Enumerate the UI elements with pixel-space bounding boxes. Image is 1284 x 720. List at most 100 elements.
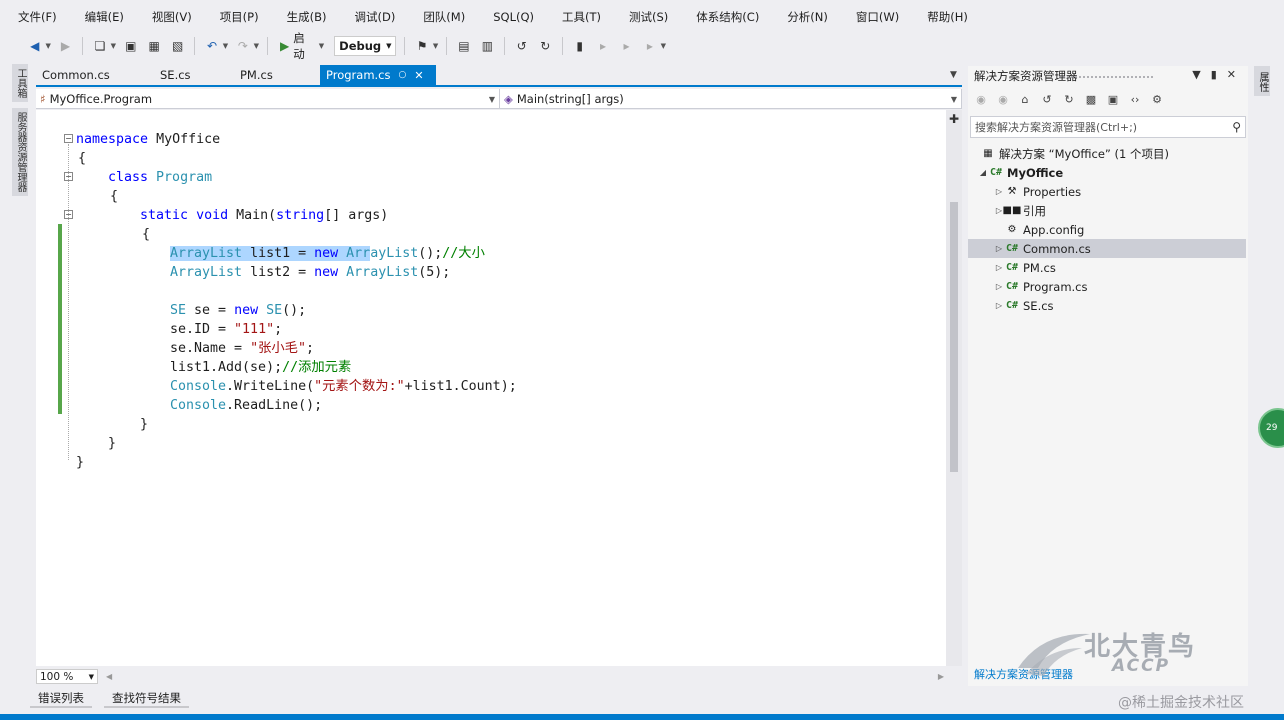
code-editor[interactable]: − − − namespace MyOffice { class Program… [36, 110, 946, 666]
pin-icon[interactable]: ▮ [1211, 68, 1217, 81]
close-icon[interactable]: ✕ [1227, 68, 1236, 81]
chevron-down-icon[interactable]: ▼ [45, 42, 50, 50]
collapsed-icon[interactable]: ▷ [994, 282, 1004, 291]
site-watermark: @稀土掘金技术社区 [1118, 695, 1244, 711]
fold-guide [68, 144, 69, 460]
menu-sql[interactable]: SQL(Q) [475, 10, 544, 24]
menu-test[interactable]: 测试(S) [611, 9, 678, 25]
solution-config-select[interactable]: Debug ▼ [334, 36, 397, 56]
menu-tools[interactable]: 工具(T) [544, 9, 611, 25]
properties-strip-tab[interactable]: 属性 [1254, 66, 1270, 96]
menu-help[interactable]: 帮助(H) [909, 9, 978, 25]
prev-bookmark-icon[interactable]: ▸ [594, 37, 611, 55]
back-icon[interactable]: ◀ [26, 37, 43, 55]
menu-build[interactable]: 生成(B) [269, 9, 337, 25]
close-icon[interactable]: ✕ [414, 69, 423, 82]
collapsed-icon[interactable]: ▷ [994, 187, 1004, 196]
collapse-icon[interactable]: − [64, 134, 73, 143]
menu-window[interactable]: 窗口(W) [838, 9, 909, 25]
chevron-down-icon[interactable]: ▼ [223, 42, 228, 50]
tab-find-symbol-results[interactable]: 查找符号结果 [104, 690, 189, 708]
tree-item-references[interactable]: ▷ ■■ 引用 [968, 201, 1246, 220]
code-line-selected: ArrayList list1 = new ArrayList();//大小 [170, 246, 485, 261]
clear-bookmarks-icon[interactable]: ▸ [641, 37, 658, 55]
menu-analyze[interactable]: 分析(N) [769, 9, 838, 25]
solution-search-input[interactable]: 搜索解决方案资源管理器(Ctrl+;) ⚲ [970, 116, 1246, 138]
back-icon[interactable]: ◉ [974, 92, 988, 106]
collapsed-icon[interactable]: ▷ [994, 301, 1004, 310]
align-icon[interactable]: ▤ [455, 37, 472, 55]
tab-overflow-icon[interactable]: ▼ [950, 70, 957, 80]
forward-icon[interactable]: ◉ [996, 92, 1010, 106]
save-icon[interactable]: ▦ [146, 37, 163, 55]
chevron-down-icon[interactable]: ▼ [1192, 68, 1200, 81]
menu-project[interactable]: 项目(P) [202, 9, 269, 25]
scrollbar-thumb[interactable] [950, 202, 958, 472]
tree-item-program-cs[interactable]: ▷ C# Program.cs [968, 277, 1246, 296]
show-all-files-icon[interactable]: ▣ [1106, 92, 1120, 106]
expanded-icon[interactable]: ◢ [978, 168, 988, 177]
code-line: ArrayList list2 = new ArrayList(5); [170, 265, 451, 280]
tree-item-project[interactable]: ◢ C# MyOffice [968, 163, 1246, 182]
tab-common-cs[interactable]: Common.cs [36, 65, 154, 85]
scroll-right-icon[interactable]: ▶ [938, 672, 944, 681]
tab-error-list[interactable]: 错误列表 [30, 690, 92, 708]
class-icon: ♯ [40, 92, 46, 106]
csharp-file-icon: C# [1005, 300, 1019, 311]
chevron-down-icon[interactable]: ▼ [661, 42, 666, 50]
type-dropdown[interactable]: ♯ MyOffice.Program ▼ [36, 89, 500, 109]
collapsed-icon[interactable]: ▷ [994, 244, 1004, 253]
tree-item-pm-cs[interactable]: ▷ C# PM.cs [968, 258, 1246, 277]
properties-icon[interactable]: ⚙ [1150, 92, 1164, 106]
editor-vertical-scrollbar[interactable]: ✚ [946, 110, 962, 666]
next-bookmark-icon[interactable]: ▸ [618, 37, 635, 55]
bookmark-icon[interactable]: ▮ [571, 37, 588, 55]
tree-item-se-cs[interactable]: ▷ C# SE.cs [968, 296, 1246, 315]
chevron-down-icon[interactable]: ▼ [433, 42, 438, 50]
menu-team[interactable]: 团队(M) [405, 9, 475, 25]
format-icon[interactable]: ▥ [479, 37, 496, 55]
member-dropdown[interactable]: ◈ Main(string[] args) ▼ [500, 89, 962, 109]
uncomment-icon[interactable]: ↻ [537, 37, 554, 55]
comment-icon[interactable]: ↺ [513, 37, 530, 55]
menu-file[interactable]: 文件(F) [0, 9, 67, 25]
refresh-icon[interactable]: ↻ [1062, 92, 1076, 106]
tree-item-properties[interactable]: ▷ ⚒ Properties [968, 182, 1246, 201]
tree-item-solution[interactable]: ▦ 解决方案 “MyOffice” (1 个项目) [968, 144, 1246, 163]
undo-icon[interactable]: ↶ [203, 37, 220, 55]
tab-pm-cs[interactable]: PM.cs [234, 65, 320, 85]
forward-icon[interactable]: ▶ [57, 37, 74, 55]
menu-debug[interactable]: 调试(D) [336, 9, 405, 25]
sync-icon[interactable]: ↺ [1040, 92, 1054, 106]
view-code-icon[interactable]: ‹› [1128, 92, 1142, 106]
start-debugging-button[interactable]: ▶ 启动 ▼ [276, 30, 328, 62]
zoom-select[interactable]: 100 % ▼ [36, 669, 98, 684]
collapsed-icon[interactable]: ▷ [994, 263, 1004, 272]
collapse-all-icon[interactable]: ▩ [1084, 92, 1098, 106]
navigation-bar: ♯ MyOffice.Program ▼ ◈ Main(string[] arg… [36, 89, 962, 109]
toolbox-tab[interactable]: 工具箱 [12, 64, 28, 102]
open-file-icon[interactable]: ▣ [122, 37, 139, 55]
find-icon[interactable]: ⚑ [413, 37, 430, 55]
server-explorer-tab[interactable]: 服务器资源管理器 [12, 108, 28, 196]
chevron-down-icon[interactable]: ▼ [111, 42, 116, 50]
pin-icon[interactable]: ○ [399, 70, 407, 80]
scroll-left-icon[interactable]: ◀ [106, 672, 112, 681]
tab-program-cs[interactable]: Program.cs ○ ✕ [320, 65, 436, 85]
redo-icon[interactable]: ↷ [234, 37, 251, 55]
home-icon[interactable]: ⌂ [1018, 92, 1032, 106]
save-all-icon[interactable]: ▧ [169, 37, 186, 55]
tree-item-common-cs[interactable]: ▷ C# Common.cs [968, 239, 1246, 258]
menu-architecture[interactable]: 体系结构(C) [678, 9, 769, 25]
chevron-down-icon: ▼ [386, 42, 392, 50]
change-indicator [58, 224, 62, 414]
tree-item-app-config[interactable]: ⚙ App.config [968, 220, 1246, 239]
menu-view[interactable]: 视图(V) [134, 9, 202, 25]
search-placeholder: 搜索解决方案资源管理器(Ctrl+;) [975, 121, 1138, 134]
tab-se-cs[interactable]: SE.cs [154, 65, 234, 85]
menu-edit[interactable]: 编辑(E) [67, 9, 134, 25]
chevron-down-icon[interactable]: ▼ [254, 42, 259, 50]
floating-badge[interactable]: 29 [1258, 408, 1284, 448]
split-icon[interactable]: ✚ [949, 112, 959, 126]
new-project-icon[interactable]: ❏ [91, 37, 108, 55]
